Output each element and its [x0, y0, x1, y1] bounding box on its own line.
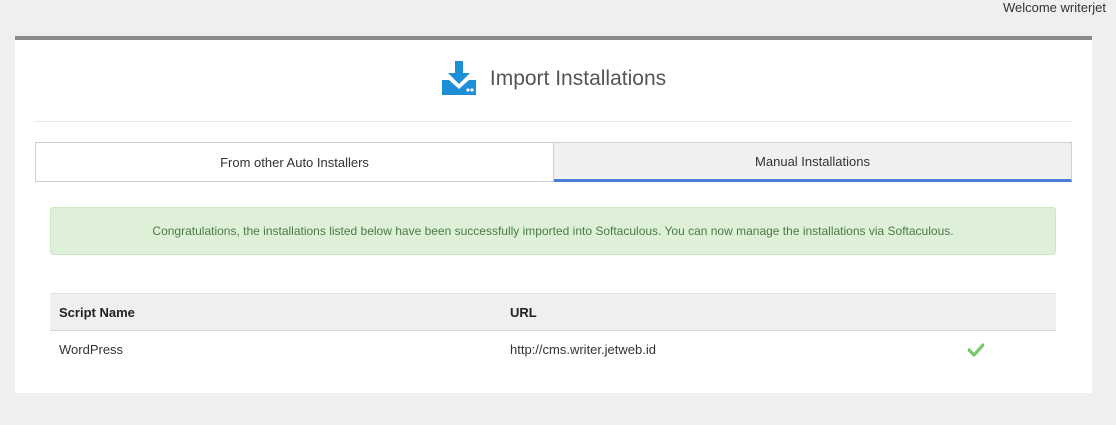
- table-row: WordPress http://cms.writer.jetweb.id: [50, 331, 1056, 368]
- column-header-status: [950, 293, 1056, 331]
- download-import-icon: [441, 60, 476, 95]
- check-icon: [968, 343, 984, 357]
- script-name-cell: WordPress: [59, 341, 124, 357]
- installations-table: Script Name URL WordPress http://cms.wri…: [50, 293, 1056, 367]
- table-header-row: Script Name URL: [50, 293, 1056, 331]
- url-cell: http://cms.writer.jetweb.id: [510, 341, 656, 357]
- welcome-text: Welcome writerjet: [1002, 0, 1106, 15]
- tab-bar: From other Auto Installers Manual Instal…: [35, 142, 1072, 182]
- column-header-script-name: Script Name: [50, 293, 501, 331]
- tab-manual-installations[interactable]: Manual Installations: [554, 142, 1072, 182]
- success-alert: Congratulations, the installations liste…: [50, 207, 1056, 255]
- tab-from-other-auto-installers[interactable]: From other Auto Installers: [35, 142, 554, 182]
- main-panel: Import Installations From other Auto Ins…: [15, 36, 1092, 393]
- page-title: Import Installations: [489, 66, 667, 90]
- page-header: Import Installations: [35, 40, 1071, 122]
- column-header-url: URL: [501, 293, 950, 331]
- status-cell: [950, 331, 1056, 368]
